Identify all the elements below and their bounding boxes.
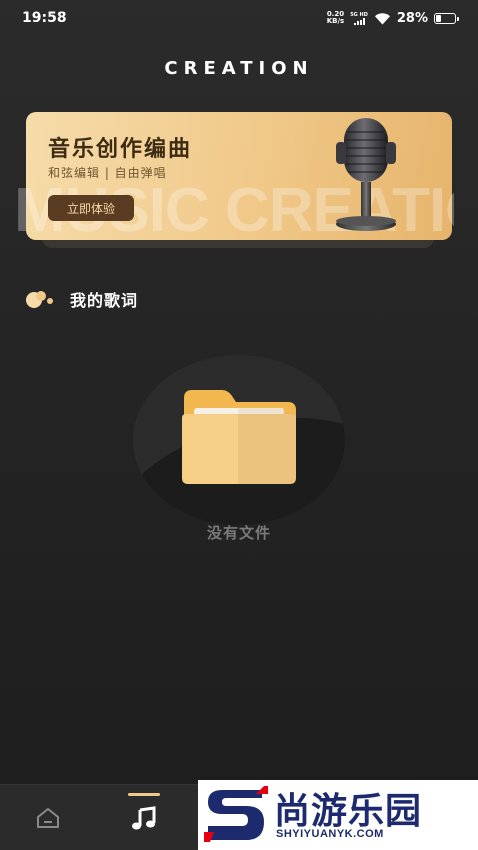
net-speed-unit: KB/s [326, 17, 345, 25]
status-time: 19:58 [22, 10, 67, 26]
cellular-signal-icon: 5G HD [350, 12, 368, 25]
wifi-icon [374, 12, 390, 24]
music-note-icon [132, 806, 156, 830]
status-bar: 19:58 0.20 KB/s 5G HD 28% [0, 0, 478, 36]
tab-active-indicator [128, 793, 160, 796]
bubbles-icon [26, 291, 53, 308]
battery-fill [436, 14, 442, 22]
try-now-button[interactable]: 立即体验 [48, 195, 134, 221]
banner-title: 音乐创作编曲 [48, 137, 193, 162]
site-url: SHYIYUANYK.COM [276, 828, 384, 840]
status-icons: 0.20 KB/s 5G HD 28% [327, 10, 459, 26]
section-title: 我的歌词 [70, 291, 139, 310]
section-my-lyrics: 我的歌词 [24, 285, 138, 313]
page-title: CREATION [164, 58, 314, 79]
banner-subtitle: 和弦编辑 | 自由弹唱 [48, 166, 167, 180]
tab-home[interactable] [0, 785, 96, 850]
site-name: 尚游乐园 [274, 791, 423, 832]
site-logo-s-icon [204, 786, 268, 842]
home-icon [37, 808, 59, 828]
empty-state-text: 没有文件 [206, 524, 271, 542]
folder-icon [182, 390, 296, 484]
site-watermark-logo: 尚游乐园 SHYIYUANYK.COM [198, 780, 478, 850]
app-screen: 19:58 0.20 KB/s 5G HD 28% CREATION MUSIC… [0, 0, 478, 850]
net-speed: 0.20 KB/s [327, 11, 344, 25]
battery-percent: 28% [396, 10, 428, 26]
microphone-icon [336, 118, 396, 231]
tab-music[interactable] [96, 785, 192, 850]
battery-icon [434, 12, 459, 24]
